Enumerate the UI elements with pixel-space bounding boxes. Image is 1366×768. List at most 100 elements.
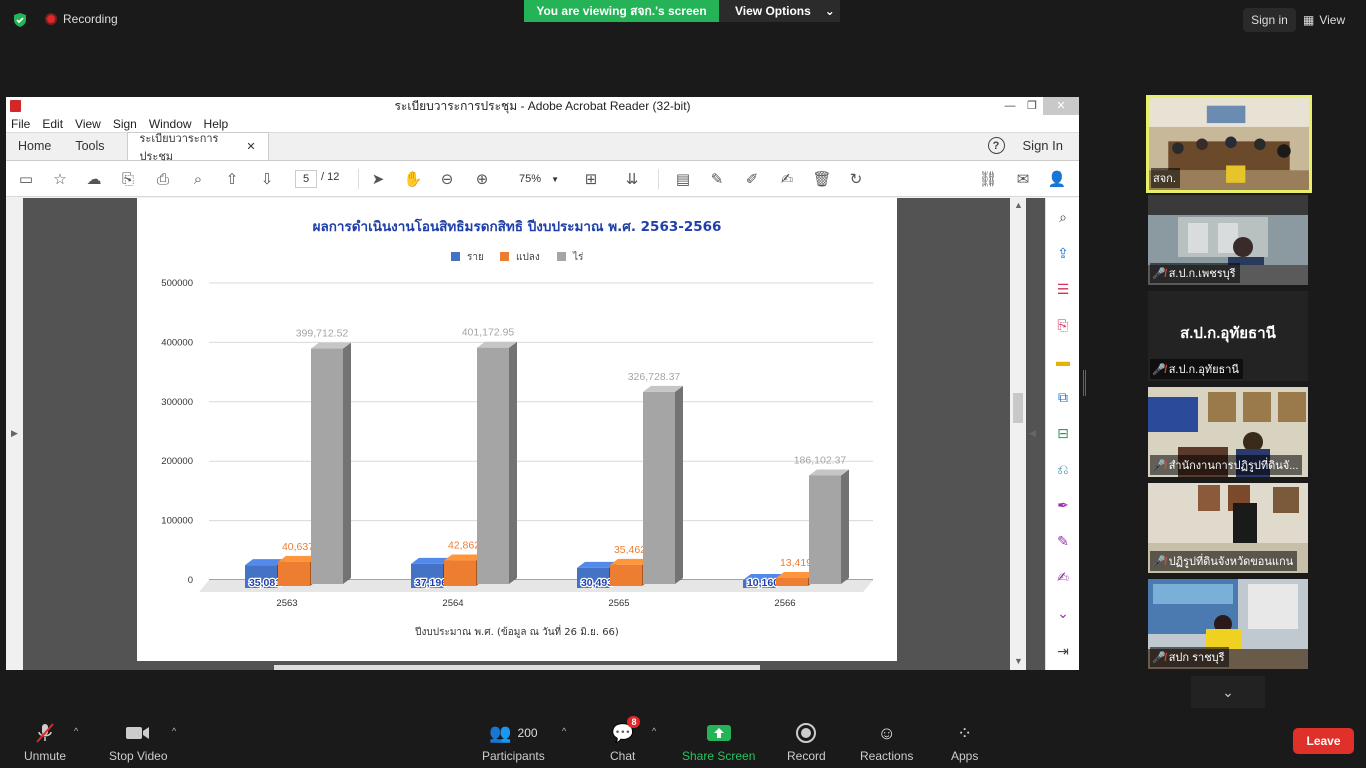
- menu-sign[interactable]: Sign: [113, 117, 137, 131]
- collapse-tools-icon[interactable]: ⇥: [1054, 642, 1072, 660]
- sign-in-button[interactable]: Sign in: [1243, 8, 1296, 32]
- combine-files-icon[interactable]: ⧉: [1054, 388, 1072, 406]
- bookmark-star-icon[interactable]: ☆: [50, 169, 70, 189]
- x-tick-label: 2564: [442, 598, 463, 609]
- bar-side: [509, 341, 517, 584]
- select-cursor-icon[interactable]: ➤: [368, 169, 388, 189]
- muted-mic-icon: 🎤̸: [1152, 363, 1166, 376]
- participants-button[interactable]: 👥 200 Participants: [482, 722, 545, 764]
- edit-pdf-icon[interactable]: ✎: [1054, 532, 1072, 550]
- fill-and-sign-icon[interactable]: ✒: [1054, 496, 1072, 514]
- search-icon[interactable]: ⌕: [188, 169, 208, 189]
- horizontal-scroll-indicator[interactable]: [274, 665, 760, 670]
- y-tick-label: 0: [188, 575, 193, 586]
- muted-mic-icon: 🎤̸: [1152, 459, 1166, 472]
- recording-indicator[interactable]: Recording: [45, 12, 118, 26]
- chat-options-caret-icon[interactable]: ^: [652, 726, 656, 736]
- left-navigation-pane[interactable]: ▶: [6, 198, 23, 670]
- tab-home[interactable]: Home: [6, 132, 63, 160]
- audio-options-caret-icon[interactable]: ^: [74, 726, 78, 736]
- request-signature-icon[interactable]: ✍: [1054, 568, 1072, 586]
- panel-splitter-handle[interactable]: [1083, 370, 1086, 396]
- view-options-button[interactable]: View Options ⌄: [719, 0, 840, 22]
- menu-edit[interactable]: Edit: [42, 117, 63, 131]
- legend-label: ไร่: [572, 251, 584, 263]
- page-number-input[interactable]: 5: [295, 170, 317, 188]
- comment-icon[interactable]: ▤: [673, 169, 693, 189]
- rotate-icon[interactable]: ↻: [846, 169, 866, 189]
- video-tile-participant[interactable]: 🎤̸ ปฏิรูปที่ดินจังหวัดขอนแกน: [1148, 483, 1308, 573]
- video-tile-participant[interactable]: 🎤̸ สปก ราชบุรี: [1148, 579, 1308, 669]
- view-button[interactable]: ▦ View: [1303, 8, 1358, 32]
- document-area[interactable]: ▶ ผลการดำเนินงานโอนสิทธิมรดกสิทธิ ปีงบปร…: [6, 198, 1079, 670]
- comment-tool-icon[interactable]: ▬: [1054, 352, 1072, 370]
- scrollbar-thumb[interactable]: [1013, 393, 1023, 423]
- page-fit-icon[interactable]: ⊞: [581, 169, 601, 189]
- zoom-out-icon[interactable]: ⊖: [437, 169, 457, 189]
- restore-icon[interactable]: ❐: [1021, 97, 1043, 115]
- expand-pane-icon[interactable]: ▶: [11, 428, 18, 439]
- scroll-down-icon[interactable]: ▼: [1014, 656, 1023, 666]
- create-pdf-icon[interactable]: ⎘: [118, 169, 138, 189]
- acrobat-sign-in-button[interactable]: Sign In: [1023, 138, 1063, 153]
- compress-pdf-icon[interactable]: ⊟: [1054, 424, 1072, 442]
- help-icon[interactable]: ?: [987, 137, 1005, 154]
- data-label: 186,102.37: [794, 454, 847, 466]
- search-tool-icon[interactable]: ⌕: [1054, 208, 1072, 226]
- share-user-icon[interactable]: 👤: [1047, 169, 1067, 189]
- stop-video-button[interactable]: Stop Video: [109, 722, 168, 763]
- draw-icon[interactable]: ✐: [742, 169, 762, 189]
- video-tile-participant[interactable]: 🎤̸ ส.ป.ก.เพชรบุรี: [1148, 195, 1308, 285]
- tab-tools[interactable]: Tools: [63, 132, 116, 160]
- zoom-in-icon[interactable]: ⊕: [472, 169, 492, 189]
- video-tile-active-speaker[interactable]: สจก.: [1146, 95, 1312, 193]
- email-icon[interactable]: ✉: [1013, 169, 1033, 189]
- video-options-caret-icon[interactable]: ^: [172, 726, 176, 736]
- video-tile-participant[interactable]: 🎤̸ สำนักงานการปฏิรูปที่ดินจั...: [1148, 387, 1308, 477]
- bar: [444, 560, 476, 586]
- reactions-button[interactable]: ☺ Reactions: [860, 722, 913, 764]
- vertical-scrollbar[interactable]: ▲ ▼: [1010, 198, 1026, 670]
- apps-button[interactable]: ⁘ Apps: [951, 722, 978, 764]
- data-label: 40,637: [282, 541, 314, 553]
- next-page-icon[interactable]: ⇩: [257, 169, 277, 189]
- fill-sign-icon[interactable]: ✍: [777, 169, 797, 189]
- leave-meeting-button[interactable]: Leave: [1293, 728, 1354, 754]
- record-button[interactable]: Record: [787, 722, 826, 763]
- close-window-icon[interactable]: ✕: [1043, 97, 1079, 115]
- tab-document[interactable]: ระเบียบวาระการประชุม ✕: [126, 132, 269, 163]
- highlight-pen-icon[interactable]: ✎: [707, 169, 727, 189]
- chat-button[interactable]: 💬 8 Chat: [610, 716, 641, 763]
- share-screen-button[interactable]: Share Screen: [682, 722, 755, 763]
- scroll-up-icon[interactable]: ▲: [1014, 200, 1023, 210]
- menu-view[interactable]: View: [75, 117, 101, 131]
- zoom-top-bar: Recording You are viewing สจก.'s screen …: [0, 0, 1366, 40]
- minimize-icon[interactable]: —: [999, 97, 1021, 115]
- save-icon[interactable]: ▭: [16, 169, 36, 189]
- more-participants-chevron-down-icon[interactable]: ⌄: [1191, 676, 1265, 708]
- hand-tool-icon[interactable]: ✋: [403, 169, 423, 189]
- export-pdf-icon[interactable]: ⇪: [1054, 244, 1072, 262]
- bar-side: [841, 469, 849, 584]
- delete-icon[interactable]: 🗑: [812, 169, 832, 189]
- share-link-icon[interactable]: ⛓: [978, 169, 998, 189]
- unmute-button[interactable]: Unmute: [24, 722, 66, 763]
- participant-name: 🎤̸ ปฏิรูปที่ดินจังหวัดขอนแกน: [1150, 551, 1298, 571]
- participants-options-caret-icon[interactable]: ^: [562, 726, 566, 736]
- close-tab-icon[interactable]: ✕: [246, 140, 255, 153]
- print-icon[interactable]: ⎙: [153, 169, 173, 189]
- upload-cloud-icon[interactable]: ☁: [84, 169, 104, 189]
- scroll-mode-icon[interactable]: ⇊: [622, 169, 642, 189]
- menu-file[interactable]: File: [11, 117, 30, 131]
- collapse-pane-icon[interactable]: ◀: [1029, 428, 1036, 439]
- scan-ocr-icon[interactable]: ⎌: [1054, 460, 1072, 478]
- data-label: 37,196: [415, 577, 447, 589]
- previous-page-icon[interactable]: ⇧: [222, 169, 242, 189]
- security-shield-icon[interactable]: [12, 12, 28, 28]
- zoom-level-select[interactable]: 75% ▼: [511, 170, 563, 188]
- bar: [278, 561, 310, 586]
- video-tile-participant[interactable]: ส.ป.ก.อุทัยธานี 🎤̸ ส.ป.ก.อุทัยธานี: [1148, 291, 1308, 381]
- create-pdf-tool-icon[interactable]: ⎘: [1054, 316, 1072, 334]
- organize-pages-icon[interactable]: ☰: [1054, 280, 1072, 298]
- more-tools-icon[interactable]: ⌄: [1054, 604, 1072, 622]
